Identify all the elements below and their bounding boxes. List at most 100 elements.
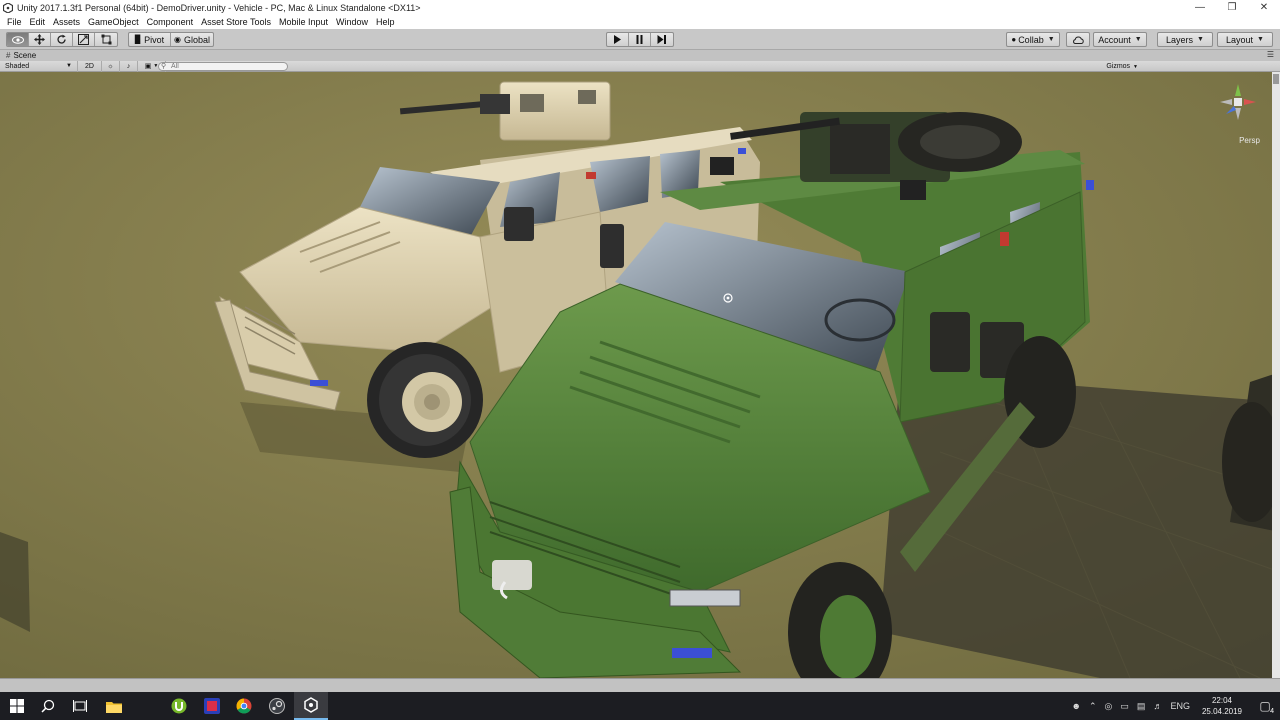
menu-assets[interactable]: Assets: [49, 15, 84, 29]
collab-label: Collab: [1018, 34, 1044, 45]
notification-count: 4: [1270, 708, 1274, 715]
taskbar-media-app[interactable]: [195, 692, 229, 720]
taskbar-unity[interactable]: [294, 692, 328, 720]
search-input[interactable]: [158, 61, 288, 71]
global-button[interactable]: ◉ Global: [171, 33, 213, 46]
global-label: Global: [183, 34, 210, 45]
tab-scene[interactable]: # Scene: [0, 50, 36, 61]
step-button[interactable]: [651, 33, 673, 46]
speaker-icon: ♪: [126, 62, 131, 70]
minimize-icon[interactable]: —: [1184, 0, 1216, 15]
battery-icon[interactable]: ▭: [1116, 692, 1133, 720]
pivot-global-group: ▉ Pivot ◉ Global: [128, 32, 214, 47]
search-button[interactable]: [31, 692, 65, 720]
taskbar-chrome[interactable]: [227, 692, 261, 720]
sun-icon: ☼: [107, 62, 114, 70]
menu-help[interactable]: Help: [372, 15, 399, 29]
app-tray-icon[interactable]: ◎: [1101, 692, 1117, 720]
play-icon: [614, 35, 621, 44]
network-icon[interactable]: ▤: [1133, 692, 1150, 720]
notification-icon: ▢: [1259, 699, 1271, 713]
menu-window[interactable]: Window: [332, 15, 372, 29]
gizmos-dropdown[interactable]: Gizmos ▼: [1106, 61, 1138, 72]
unity-logo-icon: [3, 2, 13, 13]
cloud-button[interactable]: [1066, 32, 1090, 47]
2d-label: 2D: [85, 62, 94, 70]
grid-icon: #: [6, 51, 11, 60]
menu-bar: File Edit Assets GameObject Component As…: [0, 15, 1280, 29]
scene-orientation-gizmo-icon[interactable]: [1216, 80, 1260, 142]
menu-file[interactable]: File: [3, 15, 26, 29]
media-app-icon: [204, 698, 220, 714]
close-icon[interactable]: ✕: [1248, 0, 1280, 15]
menu-gameobject[interactable]: GameObject: [84, 15, 143, 29]
folder-icon: [106, 701, 122, 713]
globe-icon: ◉: [174, 35, 181, 44]
windows-logo-icon: [10, 699, 24, 713]
layers-dropdown[interactable]: Layers ▼: [1157, 32, 1213, 47]
window-title: Unity 2017.1.3f1 Personal (64bit) - Demo…: [17, 2, 421, 13]
viewport-scrollbar[interactable]: [1272, 72, 1280, 678]
projection-label[interactable]: Persp: [1239, 136, 1260, 145]
menu-asset-store-tools[interactable]: Asset Store Tools: [197, 15, 275, 29]
people-icon[interactable]: ☻: [1068, 692, 1085, 720]
shading-mode-dropdown[interactable]: Shaded ▼: [0, 60, 78, 72]
menu-edit[interactable]: Edit: [26, 15, 50, 29]
step-icon: [657, 35, 666, 44]
taskbar-file-explorer[interactable]: [97, 692, 131, 720]
scene-control-bar: Shaded ▼ 2D ☼ ♪ ▣ ▼ Gizmos ▼ ⚲: [0, 60, 1280, 72]
play-controls: [606, 32, 674, 47]
unity-logo-icon: [304, 697, 318, 713]
2d-toggle[interactable]: 2D: [78, 60, 102, 72]
collab-icon: ●: [1011, 35, 1017, 44]
maximize-icon[interactable]: ❐: [1216, 0, 1248, 15]
collab-dropdown[interactable]: ● Collab ▼: [1006, 32, 1060, 47]
hand-tool-icon[interactable]: [7, 33, 29, 46]
pause-button[interactable]: [629, 33, 651, 46]
menu-component[interactable]: Component: [143, 15, 198, 29]
scale-tool-icon[interactable]: [73, 33, 95, 46]
scene-search: ⚲: [158, 61, 288, 72]
layout-label: Layout: [1226, 34, 1254, 45]
clock[interactable]: 22:04 25.04.2019: [1194, 692, 1250, 720]
language-indicator[interactable]: ENG: [1166, 692, 1194, 720]
clock-date: 25.04.2019: [1201, 707, 1242, 716]
scene-tab-label: Scene: [13, 51, 37, 60]
chevron-down-icon: ▼: [1197, 36, 1204, 43]
rotate-tool-icon[interactable]: [51, 33, 73, 46]
menu-mobile-input[interactable]: Mobile Input: [275, 15, 332, 29]
chevron-down-icon: ▼: [1133, 63, 1138, 70]
rect-tool-icon[interactable]: [95, 33, 117, 46]
main-toolbar: ▉ Pivot ◉ Global ● Collab ▼ Account ▼ La…: [0, 29, 1280, 50]
notification-center-button[interactable]: ▢ 4: [1250, 692, 1280, 720]
chevron-up-icon[interactable]: ⌃: [1085, 692, 1101, 720]
chevron-down-icon: ▼: [1257, 36, 1264, 43]
chevron-down-icon: ▼: [1134, 36, 1142, 43]
layers-label: Layers: [1166, 34, 1194, 45]
pivot-button[interactable]: ▉ Pivot: [129, 33, 171, 46]
editor-status-bar: [0, 678, 1280, 692]
audio-toggle[interactable]: ♪: [120, 60, 138, 72]
move-tool-icon[interactable]: [29, 33, 51, 46]
taskbar-utorrent[interactable]: [162, 692, 196, 720]
system-tray: ☻ ⌃ ◎ ▭ ▤ ♬ ENG 22:04 25.04.2019 ▢ 4: [1068, 692, 1280, 720]
layout-dropdown[interactable]: Layout ▼: [1217, 32, 1273, 47]
search-icon: ⚲: [161, 62, 167, 70]
task-view-button[interactable]: [63, 692, 97, 720]
volume-icon[interactable]: ♬: [1149, 692, 1166, 720]
scene-render: [0, 72, 1280, 678]
play-button[interactable]: [607, 33, 629, 46]
shading-mode-label: Shaded: [5, 62, 30, 70]
chrome-icon: [236, 698, 252, 714]
taskbar-steam[interactable]: [260, 692, 294, 720]
task-view-icon: [73, 700, 87, 712]
account-dropdown[interactable]: Account ▼: [1093, 32, 1147, 47]
scrollbar-thumb[interactable]: [1273, 74, 1279, 84]
cloud-icon: [1073, 36, 1084, 44]
scene-viewport[interactable]: Persp: [0, 72, 1280, 678]
pivot-label: Pivot: [144, 34, 165, 45]
lighting-toggle[interactable]: ☼: [102, 60, 120, 72]
tab-menu-icon[interactable]: ☰: [1267, 50, 1274, 59]
steam-icon: [269, 698, 285, 714]
start-button[interactable]: [0, 692, 34, 720]
